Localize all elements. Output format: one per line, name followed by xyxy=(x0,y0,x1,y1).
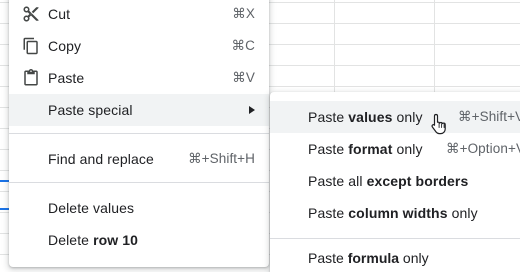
paste-shortcut: ⌘V xyxy=(232,70,255,85)
delete-values-label: Delete values xyxy=(48,200,135,216)
paste-formula-only-item[interactable]: Paste formula only xyxy=(308,250,429,266)
paste-all-except-borders-label: Paste all except borders xyxy=(308,173,469,189)
copy-shortcut: ⌘C xyxy=(231,38,255,53)
find-and-replace-label: Find and replace xyxy=(48,151,154,167)
submenu-separator xyxy=(270,238,520,239)
paste-column-widths-only-item[interactable]: Paste column widths only xyxy=(270,197,520,229)
paste-special-submenu: Paste values only ⌘+Shift+V Paste format… xyxy=(270,92,520,272)
paste-values-only-item[interactable]: Paste values only ⌘+Shift+V xyxy=(270,101,520,133)
paste-column-widths-only-label: Paste column widths only xyxy=(308,205,478,221)
cut-menu-item[interactable]: Cut ⌘X xyxy=(9,0,269,30)
paste-format-only-shortcut: ⌘+Option+V xyxy=(446,141,520,156)
cut-shortcut: ⌘X xyxy=(232,6,255,21)
paste-label: Paste xyxy=(48,70,85,86)
find-and-replace-shortcut: ⌘+Shift+H xyxy=(188,151,255,166)
copy-menu-item[interactable]: Copy ⌘C xyxy=(9,30,269,62)
delete-row-label: Delete row 10 xyxy=(48,232,139,248)
paste-format-only-label: Paste format only xyxy=(308,141,423,157)
menu-separator xyxy=(9,182,269,183)
delete-values-menu-item[interactable]: Delete values xyxy=(9,192,269,224)
submenu-arrow-icon xyxy=(249,106,255,114)
paste-values-only-shortcut: ⌘+Shift+V xyxy=(458,109,520,124)
scissors-icon xyxy=(23,6,39,22)
hand-pointer-icon xyxy=(431,113,446,135)
copy-icon xyxy=(23,37,38,55)
context-menu: Cut ⌘X Copy ⌘C Paste ⌘V Paste special Fi… xyxy=(9,0,269,267)
find-and-replace-menu-item[interactable]: Find and replace ⌘+Shift+H xyxy=(9,143,269,175)
paste-all-except-borders-item[interactable]: Paste all except borders xyxy=(270,165,520,197)
clipboard-icon xyxy=(24,69,38,86)
paste-menu-item[interactable]: Paste ⌘V xyxy=(9,62,269,94)
cut-label: Cut xyxy=(48,6,71,22)
paste-format-only-item[interactable]: Paste format only ⌘+Option+V xyxy=(270,133,520,165)
paste-special-label: Paste special xyxy=(48,102,133,118)
menu-separator xyxy=(9,133,269,134)
paste-special-menu-item[interactable]: Paste special xyxy=(9,94,269,126)
copy-label: Copy xyxy=(48,38,82,54)
paste-values-only-label: Paste values only xyxy=(308,109,423,125)
delete-row-menu-item[interactable]: Delete row 10 xyxy=(9,224,269,256)
